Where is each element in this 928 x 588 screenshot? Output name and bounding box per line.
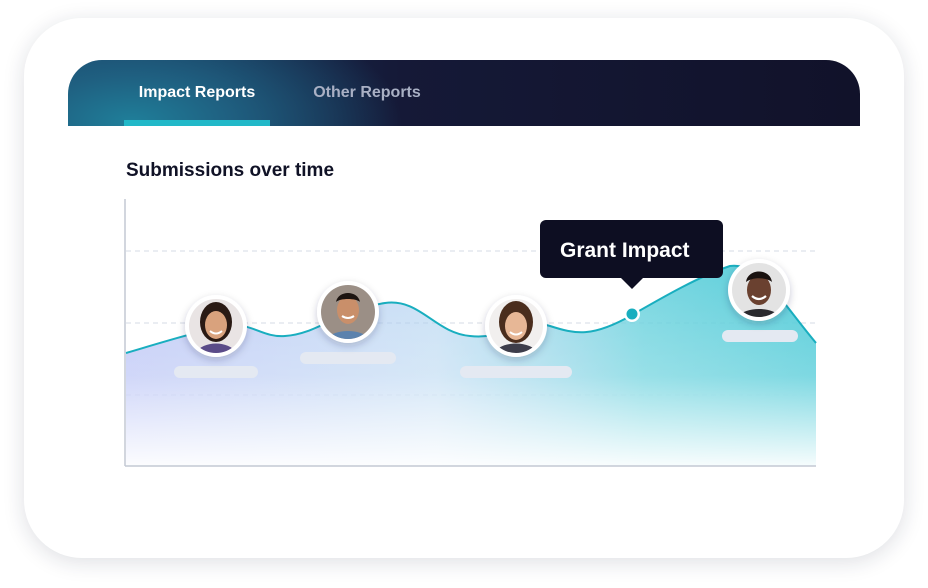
active-tab-indicator	[124, 120, 270, 126]
tab-other-reports[interactable]: Other Reports	[294, 60, 440, 126]
tooltip-label: Grant Impact	[560, 239, 690, 262]
highlighted-data-point[interactable]	[624, 306, 640, 322]
report-tabs: Impact Reports Other Reports	[68, 60, 860, 126]
chart-title: Submissions over time	[126, 160, 335, 181]
tab-impact-reports[interactable]: Impact Reports	[124, 60, 270, 126]
